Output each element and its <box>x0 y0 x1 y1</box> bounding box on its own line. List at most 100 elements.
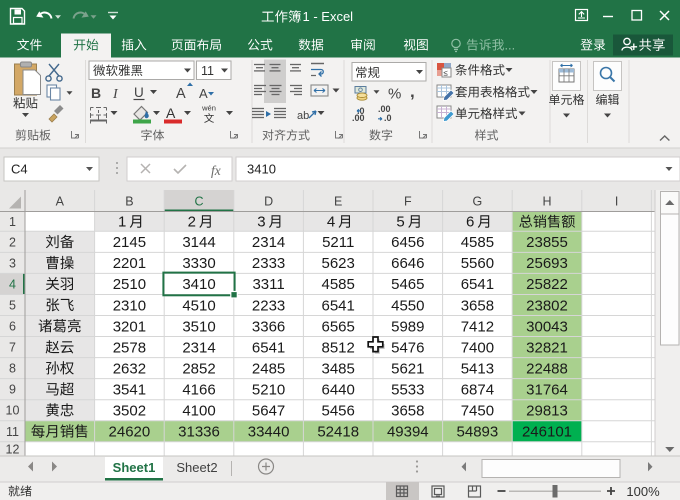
svg-text:5476: 5476 <box>391 339 424 356</box>
svg-text:22488: 22488 <box>526 360 568 377</box>
svg-text:3485: 3485 <box>322 360 355 377</box>
svg-text:6: 6 <box>466 214 474 231</box>
svg-text:10: 10 <box>6 404 20 418</box>
svg-text:5465: 5465 <box>391 276 424 293</box>
svg-text:1: 1 <box>9 215 16 229</box>
svg-text:5623: 5623 <box>322 255 355 272</box>
svg-text:6: 6 <box>9 320 16 334</box>
svg-text:5456: 5456 <box>322 403 355 420</box>
svg-text:3311: 3311 <box>252 276 284 293</box>
svg-text:6874: 6874 <box>461 382 494 399</box>
svg-text:5647: 5647 <box>252 403 285 420</box>
svg-text:5: 5 <box>396 214 404 231</box>
svg-text:2510: 2510 <box>113 276 146 293</box>
svg-text:2578: 2578 <box>113 339 146 356</box>
svg-text:1: 1 <box>118 214 126 231</box>
svg-text:2: 2 <box>9 235 16 249</box>
svg-text:246101: 246101 <box>522 424 572 441</box>
svg-text:11: 11 <box>6 425 19 439</box>
svg-text:C4: C4 <box>11 162 28 177</box>
svg-text:2314: 2314 <box>252 234 285 251</box>
svg-text:7450: 7450 <box>461 403 494 420</box>
svg-text:9: 9 <box>9 383 16 397</box>
svg-text:6541: 6541 <box>322 297 355 314</box>
svg-text:I: I <box>615 195 618 209</box>
svg-text:25822: 25822 <box>526 276 568 293</box>
svg-text:5560: 5560 <box>461 255 494 272</box>
svg-text:%: % <box>388 86 401 103</box>
svg-text:3330: 3330 <box>182 255 215 272</box>
svg-text:D: D <box>264 195 273 209</box>
svg-text:54893: 54893 <box>457 424 499 441</box>
svg-text:6440: 6440 <box>322 382 355 399</box>
svg-text:23802: 23802 <box>526 297 568 314</box>
svg-text:4100: 4100 <box>182 403 215 420</box>
svg-text:F: F <box>404 195 412 209</box>
svg-text:5413: 5413 <box>461 360 494 377</box>
svg-text:3510: 3510 <box>182 318 215 335</box>
svg-text:5210: 5210 <box>252 382 285 399</box>
svg-text:2145: 2145 <box>113 234 146 251</box>
svg-text:4585: 4585 <box>322 276 355 293</box>
svg-text:.0: .0 <box>384 113 392 123</box>
svg-text:2: 2 <box>188 214 196 231</box>
svg-text:33440: 33440 <box>248 424 290 441</box>
svg-text:8512: 8512 <box>322 339 355 356</box>
svg-text:2485: 2485 <box>252 360 285 377</box>
svg-text:2852: 2852 <box>182 360 215 377</box>
svg-text:7: 7 <box>9 341 16 355</box>
svg-text:1 - Excel: 1 - Excel <box>303 9 354 24</box>
svg-text:...: ... <box>505 38 516 53</box>
svg-text:4510: 4510 <box>182 297 215 314</box>
svg-text:E: E <box>334 195 342 209</box>
svg-text:5211: 5211 <box>322 234 354 251</box>
svg-text:H: H <box>542 195 551 209</box>
svg-text:fx: fx <box>211 163 221 178</box>
svg-text:3: 3 <box>9 256 16 270</box>
svg-text:6646: 6646 <box>391 255 424 272</box>
svg-text:6456: 6456 <box>391 234 424 251</box>
svg-text:C: C <box>194 195 203 209</box>
svg-text:B: B <box>91 85 101 101</box>
svg-text:4166: 4166 <box>182 382 215 399</box>
svg-text:3201: 3201 <box>113 318 146 335</box>
svg-text:2333: 2333 <box>252 255 285 272</box>
svg-text:6565: 6565 <box>322 318 355 335</box>
svg-text:4585: 4585 <box>461 234 494 251</box>
svg-text:4: 4 <box>327 214 335 231</box>
svg-text:A: A <box>176 86 186 102</box>
svg-text:3658: 3658 <box>391 403 424 420</box>
svg-text:5989: 5989 <box>391 318 424 335</box>
svg-text:31336: 31336 <box>178 424 220 441</box>
svg-text:3658: 3658 <box>461 297 494 314</box>
svg-text:23855: 23855 <box>526 234 568 251</box>
svg-text:2310: 2310 <box>113 297 146 314</box>
svg-text:2201: 2201 <box>113 255 146 272</box>
svg-text:3366: 3366 <box>252 318 285 335</box>
svg-text:2233: 2233 <box>252 297 285 314</box>
svg-text:32821: 32821 <box>526 339 568 356</box>
svg-text:A: A <box>199 86 208 101</box>
svg-text:2632: 2632 <box>113 360 146 377</box>
svg-text:11: 11 <box>201 64 214 78</box>
svg-text:6541: 6541 <box>461 276 494 293</box>
svg-text:G: G <box>473 195 483 209</box>
svg-text:7400: 7400 <box>461 339 494 356</box>
svg-text:3144: 3144 <box>182 234 215 251</box>
svg-text:wén: wén <box>201 104 216 113</box>
svg-text:8: 8 <box>9 362 16 376</box>
svg-text:4: 4 <box>9 277 16 291</box>
svg-text:,: , <box>410 82 415 101</box>
svg-text:5: 5 <box>9 299 16 313</box>
svg-text:.00: .00 <box>352 113 365 123</box>
svg-text:6541: 6541 <box>252 339 285 356</box>
svg-text:4550: 4550 <box>391 297 424 314</box>
svg-text:3: 3 <box>257 214 265 231</box>
svg-text:3410: 3410 <box>247 162 276 177</box>
svg-text:3541: 3541 <box>113 382 146 399</box>
svg-text:5533: 5533 <box>391 382 424 399</box>
svg-text:24620: 24620 <box>109 424 151 441</box>
svg-text:52418: 52418 <box>317 424 359 441</box>
svg-text:ab: ab <box>297 110 309 122</box>
svg-text:A: A <box>166 105 176 121</box>
